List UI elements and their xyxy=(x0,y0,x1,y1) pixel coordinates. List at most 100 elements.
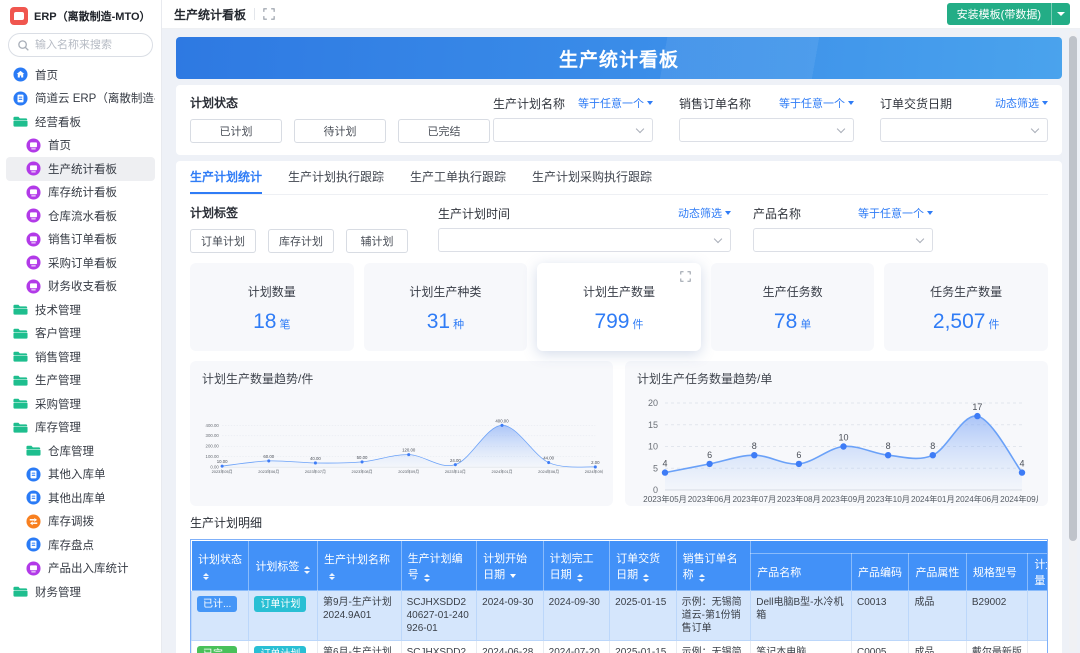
sidebar-item-18[interactable]: 其他出库单 xyxy=(6,486,155,510)
column-header-12[interactable]: 计划生产数量 xyxy=(1028,554,1048,591)
sidebar-item-label: 仓库管理 xyxy=(48,443,94,459)
field-label: 产品名称 xyxy=(753,205,801,222)
filter-option-订单计划[interactable]: 订单计划 xyxy=(190,229,256,253)
tab-3[interactable]: 生产计划采购执行跟踪 xyxy=(532,161,652,194)
table-row-0[interactable]: 已计...订单计划第9月-生产计划2024.9A01SCJHXSDD240627… xyxy=(192,591,1049,641)
column-header-3[interactable]: 生产计划编号 xyxy=(401,541,477,591)
stat-card-1[interactable]: 计划生产种类31种 xyxy=(364,263,528,351)
sidebar-item-10[interactable]: 技术管理 xyxy=(6,298,155,322)
filter-option-已完结[interactable]: 已完结 xyxy=(398,119,490,143)
sidebar-item-13[interactable]: 生产管理 xyxy=(6,369,155,393)
field-operator[interactable]: 动态筛选 xyxy=(995,95,1048,111)
field-select[interactable] xyxy=(493,118,653,142)
filter-option-待计划[interactable]: 待计划 xyxy=(294,119,386,143)
table-cell xyxy=(1028,641,1048,653)
triangle-down-icon xyxy=(927,211,933,215)
sidebar-item-15[interactable]: 库存管理 xyxy=(6,416,155,440)
filter-option-已计划[interactable]: 已计划 xyxy=(190,119,282,143)
field-operator[interactable]: 等于任意一个 xyxy=(858,205,933,221)
sort-desc-icon xyxy=(510,574,516,578)
field-operator[interactable]: 动态筛选 xyxy=(678,205,731,221)
table-cell xyxy=(1028,591,1048,641)
field-select[interactable] xyxy=(753,228,933,252)
sidebar-item-0[interactable]: 首页 xyxy=(6,63,155,87)
column-header-6[interactable]: 订单交货日期 xyxy=(610,541,677,591)
stat-card-0[interactable]: 计划数量18笔 xyxy=(190,263,354,351)
sidebar-item-label: 其他出库单 xyxy=(48,490,106,506)
page-title: 生产统计看板 xyxy=(174,6,246,23)
app-logo[interactable]: ERP（离散制造-MTO） xyxy=(0,0,161,30)
column-header-7[interactable]: 销售订单名称 xyxy=(676,541,751,591)
table-row-1[interactable]: 已完...订单计划第6月-生产计划2024.6A03SCJHXSDD240627… xyxy=(192,641,1049,653)
column-header-4[interactable]: 计划开始日期 xyxy=(477,541,544,591)
sidebar-item-8[interactable]: 采购订单看板 xyxy=(6,251,155,275)
svg-text:300.00: 300.00 xyxy=(206,433,220,438)
filter-option-辅计划[interactable]: 辅计划 xyxy=(346,229,408,253)
sidebar-item-3[interactable]: 首页 xyxy=(6,134,155,158)
column-header-11[interactable]: 规格型号 xyxy=(966,554,1027,591)
search-input[interactable] xyxy=(35,39,144,51)
table-cell: B29002 xyxy=(966,591,1027,641)
filter-field-0: 生产计划时间动态筛选 xyxy=(438,205,731,253)
column-header-8[interactable]: 产品名称 xyxy=(751,554,852,591)
stat-card-4[interactable]: 任务生产数量2,507件 xyxy=(884,263,1048,351)
svg-text:2023年05月: 2023年05月 xyxy=(212,469,233,474)
column-header-2[interactable]: 生产计划名称 xyxy=(317,541,401,591)
field-operator[interactable]: 等于任意一个 xyxy=(779,95,854,111)
filter-option-库存计划[interactable]: 库存计划 xyxy=(268,229,334,253)
sidebar-item-7[interactable]: 销售订单看板 xyxy=(6,228,155,252)
svg-text:2023年06月: 2023年06月 xyxy=(688,494,732,504)
folder-icon xyxy=(13,396,28,411)
column-header-9[interactable]: 产品编码 xyxy=(852,554,909,591)
sidebar-item-16[interactable]: 仓库管理 xyxy=(6,439,155,463)
tab-1[interactable]: 生产计划执行跟踪 xyxy=(288,161,384,194)
sidebar-item-21[interactable]: 产品出入库统计 xyxy=(6,557,155,581)
field-select[interactable] xyxy=(679,118,854,142)
sidebar-item-12[interactable]: 销售管理 xyxy=(6,345,155,369)
column-header-5[interactable]: 计划完工日期 xyxy=(543,541,610,591)
stat-card-2[interactable]: 计划生产数量799件 xyxy=(537,263,701,351)
chevron-down-icon xyxy=(916,235,924,243)
fullscreen-icon[interactable] xyxy=(263,8,275,20)
field-select[interactable] xyxy=(880,118,1048,142)
sidebar-search[interactable] xyxy=(8,33,153,57)
sidebar-item-4[interactable]: 生产统计看板 xyxy=(6,157,155,181)
sidebar-item-5[interactable]: 库存统计看板 xyxy=(6,181,155,205)
sidebar-item-9[interactable]: 财务收支看板 xyxy=(6,275,155,299)
column-header-0[interactable]: 计划状态 xyxy=(192,541,249,591)
svg-text:400.00: 400.00 xyxy=(206,423,220,428)
install-template-dropdown[interactable] xyxy=(1051,3,1070,25)
sidebar-item-label: 采购管理 xyxy=(35,396,81,412)
sidebar-item-22[interactable]: 财务管理 xyxy=(6,580,155,604)
sidebar-item-2[interactable]: 经营看板 xyxy=(6,110,155,134)
sidebar-item-17[interactable]: 其他入库单 xyxy=(6,463,155,487)
field-select[interactable] xyxy=(438,228,731,252)
plan-status-filter: 计划状态 已计划待计划已完结 xyxy=(190,94,467,143)
sidebar-item-6[interactable]: 仓库流水看板 xyxy=(6,204,155,228)
column-header-10[interactable]: 产品属性 xyxy=(909,554,966,591)
install-template-button[interactable]: 安装模板(带数据) xyxy=(947,3,1051,25)
svg-text:2023年05月: 2023年05月 xyxy=(643,494,687,504)
stat-label: 计划数量 xyxy=(248,283,296,300)
sidebar-item-1[interactable]: 简道云 ERP（离散制造-MTO）... xyxy=(6,87,155,111)
sidebar-item-14[interactable]: 采购管理 xyxy=(6,392,155,416)
sidebar-item-20[interactable]: 库存盘点 xyxy=(6,533,155,557)
charts-row: 计划生产数量趋势/件0.00100.00200.00300.00400.0010… xyxy=(190,361,1048,506)
svg-text:10: 10 xyxy=(838,433,848,443)
expand-icon[interactable] xyxy=(680,271,691,282)
dashboard-content: 生产统计看板 计划状态 已计划待计划已完结 生产计划名称等于任意一个销售订单名称… xyxy=(162,29,1080,653)
sort-icon xyxy=(577,574,583,582)
column-header-1[interactable]: 计划标签 xyxy=(249,541,318,591)
tab-2[interactable]: 生产工单执行跟踪 xyxy=(410,161,506,194)
table-cell: 成品 xyxy=(909,591,966,641)
sidebar-item-19[interactable]: 库存调拨 xyxy=(6,510,155,534)
stat-card-3[interactable]: 生产任务数78单 xyxy=(711,263,875,351)
sidebar-item-11[interactable]: 客户管理 xyxy=(6,322,155,346)
tab-0[interactable]: 生产计划统计 xyxy=(190,161,262,194)
svg-text:24.00: 24.00 xyxy=(450,458,461,463)
field-operator[interactable]: 等于任意一个 xyxy=(578,95,653,111)
svg-text:120.00: 120.00 xyxy=(402,448,416,453)
scrollbar-thumb[interactable] xyxy=(1069,36,1077,541)
sidebar-item-label: 简道云 ERP（离散制造-MTO）... xyxy=(35,90,155,106)
product-group-header xyxy=(751,541,1048,554)
